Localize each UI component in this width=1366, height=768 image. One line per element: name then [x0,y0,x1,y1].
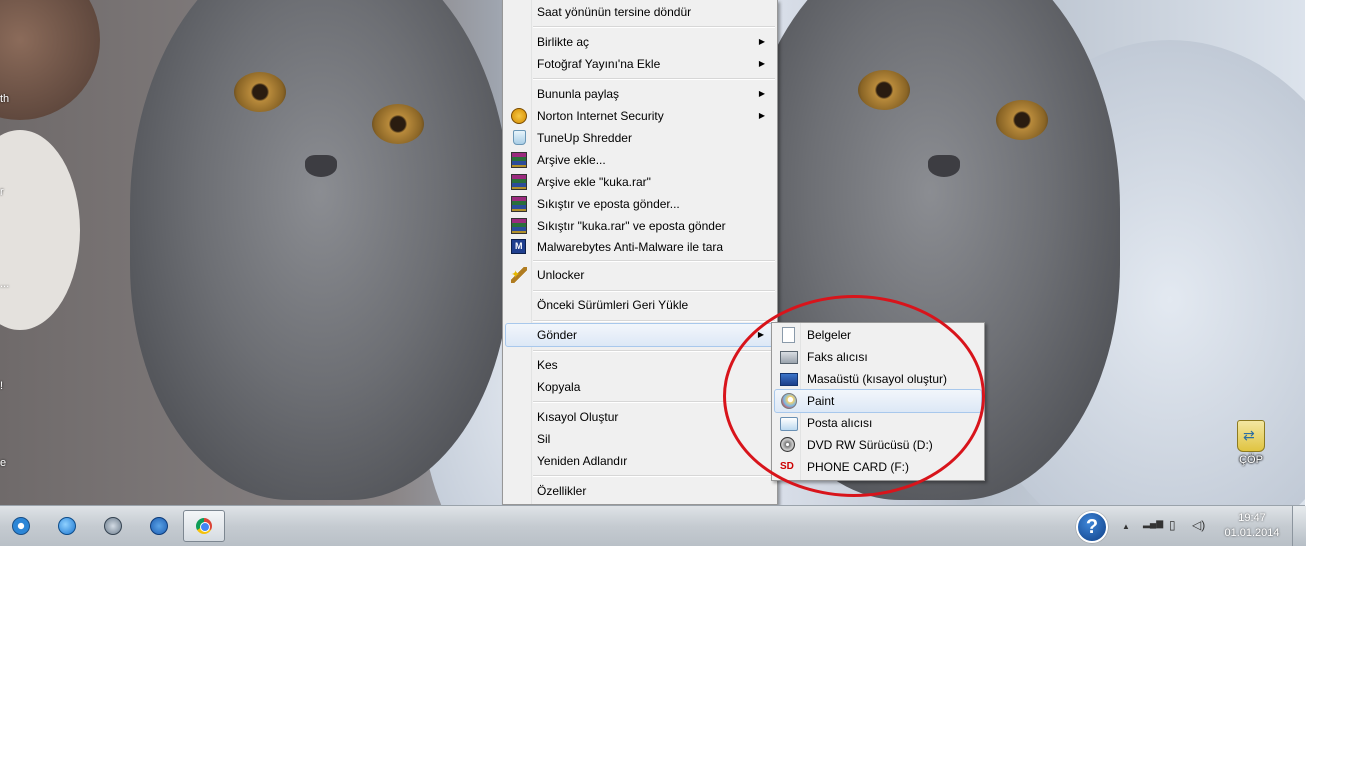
menu-item-label: Saat yönünün tersine döndür [537,5,692,19]
menu-item-label: Arşive ekle "kuka.rar" [537,175,651,189]
menu-item-label: Kopyala [537,380,581,394]
submenu-arrow-icon: ▶ [758,111,765,120]
menu-item-label: Malwarebytes Anti-Malware ile tara [537,240,724,254]
recycle-bin-label: ÇÖP [1239,454,1263,466]
winrar-icon [511,152,527,168]
desktop-icon-label[interactable]: e [0,457,6,469]
show-desktop-button[interactable] [1292,506,1306,546]
menu-item-add-to-archive[interactable]: Arşive ekle... [505,149,775,171]
menu-item-compress-and-email[interactable]: Sıkıştır ve eposta gönder... [505,193,775,215]
wallpaper-rug [0,0,100,120]
system-clock[interactable]: 19:47 01.01.2014 [1214,511,1290,541]
menu-item-label: Arşive ekle... [537,153,606,167]
shredder-icon [513,130,526,145]
menu-separator [533,320,775,322]
wallpaper-cat-left-eye [234,72,286,112]
flash-icon [150,517,168,535]
unlocker-wand-icon [511,264,527,286]
menu-item-unlocker[interactable]: Unlocker [505,264,775,286]
menu-item-label: Önceki Sürümleri Geri Yükle [537,298,689,312]
menu-item-label: Kısayol Oluştur [537,410,619,424]
taskbar-internet-explorer[interactable] [46,510,86,540]
menu-item-malwarebytes-scan[interactable]: Malwarebytes Anti-Malware ile tara [505,236,775,258]
volume-icon[interactable]: ◁) [1192,518,1205,532]
power-icon[interactable]: ▯ [1169,518,1176,532]
wallpaper-cat-right-eye [858,70,910,110]
itunes-icon [12,517,30,535]
chrome-icon [196,518,212,534]
menu-item-label: Gönder [537,328,578,342]
menu-item-add-to-kuka-rar[interactable]: Arşive ekle "kuka.rar" [505,171,775,193]
wallpaper-cloth [0,130,80,330]
taskbar: ? ▲ ▂▄▆ ▯ ◁) 19:47 01.01.2014 [0,505,1306,546]
wallpaper-cat-left [130,0,510,500]
show-hidden-icons-icon[interactable]: ▲ [1122,522,1130,531]
taskbar-chrome[interactable] [183,510,225,542]
norton-icon [511,108,527,124]
media-player-icon [104,517,122,535]
menu-item-label: Yeniden Adlandır [537,454,628,468]
winrar-icon [511,174,527,190]
menu-separator [533,26,775,28]
menu-item-rename[interactable]: Yeniden Adlandır [505,450,775,472]
menu-item-label: Özellikler [537,484,587,498]
menu-separator [533,78,775,80]
menu-item-label: Sıkıştır "kuka.rar" ve eposta gönder [537,219,726,233]
menu-item-label: TuneUp Shredder [537,131,632,145]
internet-explorer-icon [58,517,76,535]
menu-separator [533,475,775,477]
menu-item-label: Unlocker [537,268,585,282]
menu-item-label: Sıkıştır ve eposta gönder... [537,197,680,211]
menu-item-label: Fotoğraf Yayını'na Ekle [537,57,661,71]
submenu-arrow-icon: ▶ [758,59,765,68]
taskbar-media-player[interactable] [92,510,132,540]
wallpaper-cat-left-eye [372,104,424,144]
wallpaper-cat-right-eye [996,100,1048,140]
desktop-icon-label[interactable]: ... [0,278,9,290]
taskbar-flash[interactable] [138,510,178,540]
menu-item-restore-previous-versions[interactable]: Önceki Sürümleri Geri Yükle [505,294,775,316]
menu-item-rotate-left[interactable]: Saat yönünün tersine döndür [505,1,775,23]
menu-item-send-to[interactable]: Gönder ▶ [505,323,775,347]
menu-item-properties[interactable]: Özellikler [505,480,775,502]
recycle-bin[interactable]: ÇÖP [1228,420,1274,466]
network-signal-icon[interactable]: ▂▄▆ [1143,518,1163,529]
menu-separator [533,260,775,262]
menu-item-share-with[interactable]: Bununla paylaş ▶ [505,83,775,105]
desktop-icon-label[interactable]: ! [0,380,3,392]
menu-item-tuneup-shredder[interactable]: TuneUp Shredder [505,127,775,149]
taskbar-itunes[interactable] [0,510,40,540]
menu-item-label: Bununla paylaş [537,87,620,101]
clock-date: 01.01.2014 [1224,527,1280,539]
menu-item-label: Birlikte aç [537,35,590,49]
desktop-icon-label[interactable]: r [0,186,4,198]
help-icon[interactable]: ? [1076,511,1108,543]
winrar-icon [511,196,527,212]
red-annotation-circle [723,295,985,497]
menu-separator [533,290,775,292]
menu-item-label: Sil [537,432,551,446]
malwarebytes-icon [511,239,526,254]
submenu-arrow-icon: ▶ [758,89,765,98]
wallpaper-cat-left-nose [305,155,337,177]
wallpaper-cat-right-nose [928,155,960,177]
menu-item-compress-kuka-and-email[interactable]: Sıkıştır "kuka.rar" ve eposta gönder [505,215,775,237]
clock-time: 19:47 [1238,512,1266,524]
menu-item-open-with[interactable]: Birlikte aç ▶ [505,31,775,53]
menu-item-label: Kes [537,358,558,372]
recycle-bin-icon [1237,420,1265,452]
menu-item-add-to-photo-stream[interactable]: Fotoğraf Yayını'na Ekle ▶ [505,53,775,75]
desktop-icon-label[interactable]: th [0,93,9,105]
submenu-arrow-icon: ▶ [758,37,765,46]
menu-item-label: Norton Internet Security [537,109,664,123]
winrar-icon [511,218,527,234]
menu-item-norton[interactable]: Norton Internet Security ▶ [505,105,775,127]
